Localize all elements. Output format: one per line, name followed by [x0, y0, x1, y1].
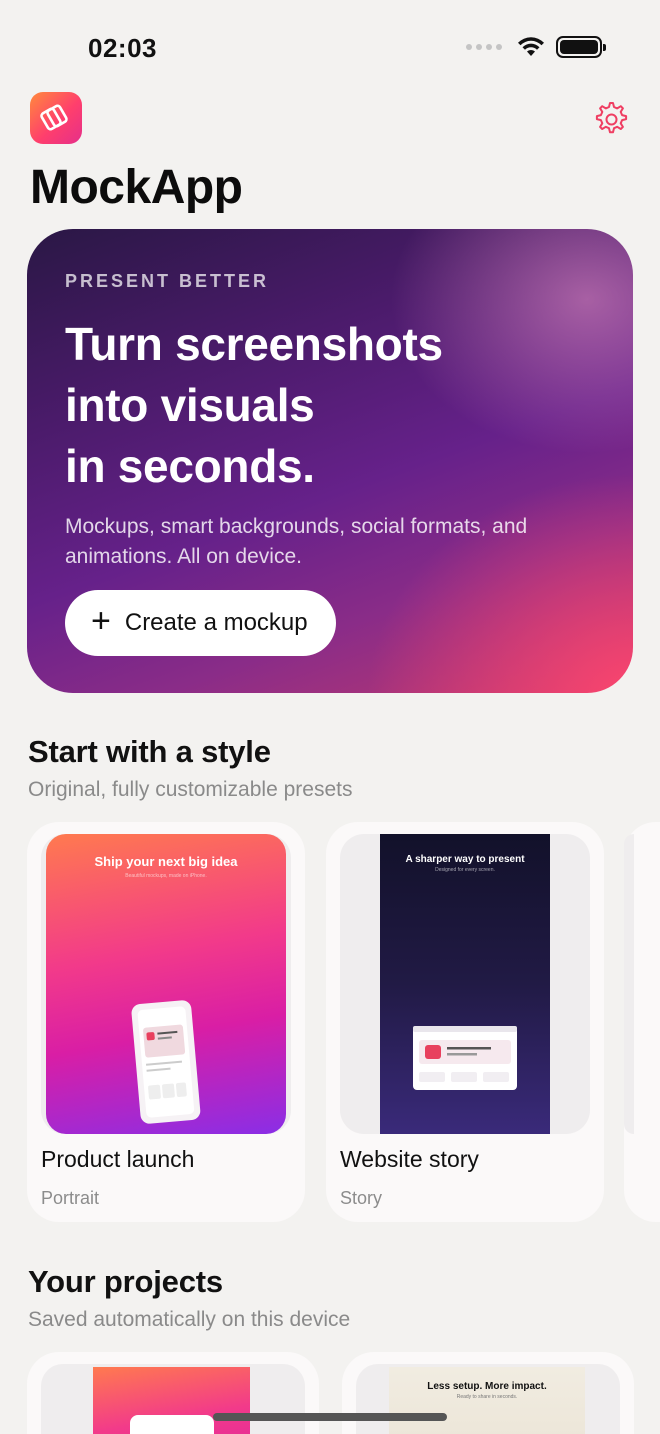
hero-headline: Turn screenshots into visuals in seconds… [65, 314, 443, 497]
project-thumbnail-image: Less setup. More impact. Ready to share … [389, 1367, 585, 1434]
portrait-preview-image: Ship your next big idea Beautiful mockup… [46, 834, 286, 1134]
styles-section-subtitle: Original, fully customizable presets [28, 778, 353, 801]
status-bar: 02:03 [0, 0, 660, 90]
style-card-peek[interactable] [624, 822, 660, 1222]
hero-headline-line: Turn screenshots [65, 318, 443, 370]
styles-section-title: Start with a style [28, 734, 271, 769]
story-preview-image: A sharper way to present Designed for ev… [380, 834, 550, 1134]
create-mockup-button[interactable]: + Create a mockup [65, 590, 336, 656]
style-card-product-launch[interactable]: Ship your next big idea Beautiful mockup… [27, 822, 305, 1222]
style-card-title: Product launch [41, 1146, 195, 1172]
status-indicators [466, 36, 606, 58]
style-preview [624, 834, 634, 1134]
hero-subtitle: Mockups, smart backgrounds, social forma… [65, 515, 528, 568]
style-card-website-story[interactable]: A sharper way to present Designed for ev… [326, 822, 604, 1222]
preview-title: A sharper way to present [405, 854, 525, 865]
app-title: MockApp [30, 161, 243, 214]
style-preview: Ship your next big idea Beautiful mockup… [41, 834, 291, 1134]
hero-eyebrow: PRESENT BETTER [65, 271, 270, 291]
browser-window-icon [413, 1026, 517, 1090]
project-card[interactable] [27, 1352, 319, 1434]
style-card-title: Website story [340, 1146, 479, 1172]
project-thumbnail-image [93, 1367, 250, 1434]
style-card-format: Portrait [41, 1188, 100, 1208]
plus-icon: + [91, 602, 111, 640]
cellular-signal-icon [466, 44, 502, 50]
settings-button[interactable] [590, 98, 630, 138]
wifi-icon [518, 37, 544, 56]
phone-mockup-icon [131, 1000, 201, 1124]
preview-title: Less setup. More impact. [427, 1381, 547, 1392]
phone-mockup-icon [130, 1415, 214, 1434]
project-thumbnail: Less setup. More impact. Ready to share … [356, 1364, 620, 1434]
preview-subtitle: Designed for every screen. [435, 867, 495, 873]
hero-banner: PRESENT BETTER Turn screenshots into vis… [27, 229, 633, 693]
hero-headline-line: into visuals [65, 379, 315, 431]
style-preview: A sharper way to present Designed for ev… [340, 834, 590, 1134]
battery-icon [556, 36, 606, 58]
project-thumbnail [41, 1364, 305, 1434]
preview-subtitle: Ready to share in seconds. [456, 1394, 518, 1400]
layers-logo-icon [40, 104, 68, 131]
home-indicator[interactable] [213, 1413, 447, 1421]
app-logo [30, 92, 82, 144]
preview-subtitle: Beautiful mockups, made on iPhone. [125, 873, 207, 879]
hero-headline-line: in seconds. [65, 440, 315, 492]
style-card-format: Story [340, 1188, 383, 1208]
status-time: 02:03 [88, 33, 157, 63]
projects-section-title: Your projects [28, 1264, 223, 1299]
project-card[interactable]: Less setup. More impact. Ready to share … [342, 1352, 634, 1434]
projects-section-subtitle: Saved automatically on this device [28, 1308, 351, 1331]
gear-icon [595, 102, 628, 134]
create-mockup-label: Create a mockup [124, 609, 308, 636]
preview-title: Ship your next big idea [94, 854, 238, 869]
